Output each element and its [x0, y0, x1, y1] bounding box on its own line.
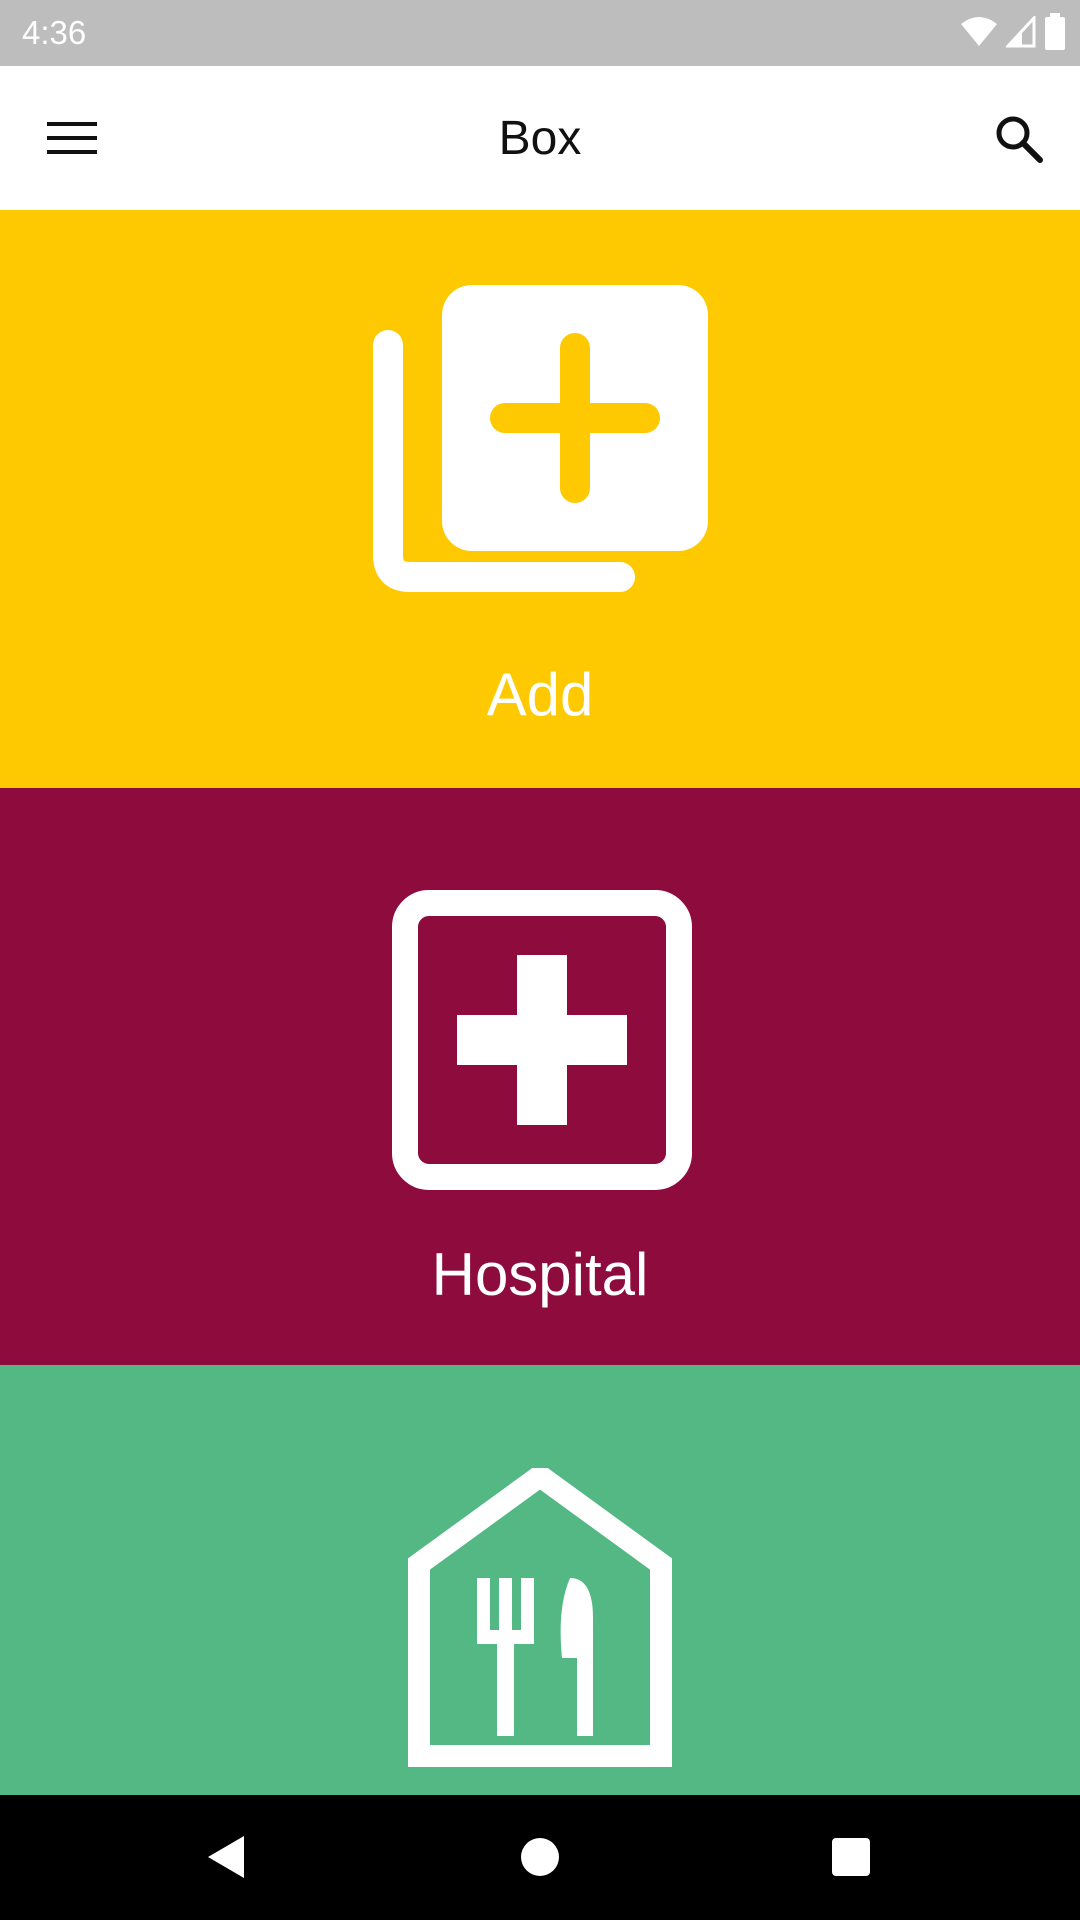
navigation-bar — [0, 1795, 1080, 1920]
menu-icon — [47, 122, 97, 154]
status-bar: 4:36 — [0, 0, 1080, 66]
restaurant-icon — [408, 1468, 672, 1767]
tile-label-add: Add — [486, 661, 594, 728]
tile-label-hospital: Hospital — [431, 1241, 649, 1308]
app-bar: Box — [0, 66, 1080, 210]
recents-button[interactable] — [806, 1817, 896, 1897]
battery-icon — [1045, 13, 1065, 50]
local-hospital-icon — [392, 890, 692, 1190]
add-to-photos-icon — [373, 285, 708, 592]
home-button[interactable] — [495, 1817, 585, 1897]
status-icons — [960, 12, 1066, 52]
page-title: Box — [498, 112, 582, 165]
menu-button[interactable] — [36, 108, 108, 168]
signal-icon — [1006, 16, 1036, 48]
tile-hospital[interactable]: Hospital — [0, 788, 1080, 1365]
status-time: 4:36 — [22, 14, 87, 51]
back-icon — [208, 1836, 244, 1878]
back-button[interactable] — [181, 1817, 271, 1897]
recents-icon — [832, 1838, 870, 1876]
tile-add[interactable]: Add — [0, 210, 1080, 788]
tile-restaurant[interactable] — [0, 1365, 1080, 1795]
search-icon — [996, 116, 1043, 163]
wifi-icon — [961, 17, 997, 46]
search-button[interactable] — [984, 104, 1054, 174]
home-icon — [521, 1838, 559, 1876]
